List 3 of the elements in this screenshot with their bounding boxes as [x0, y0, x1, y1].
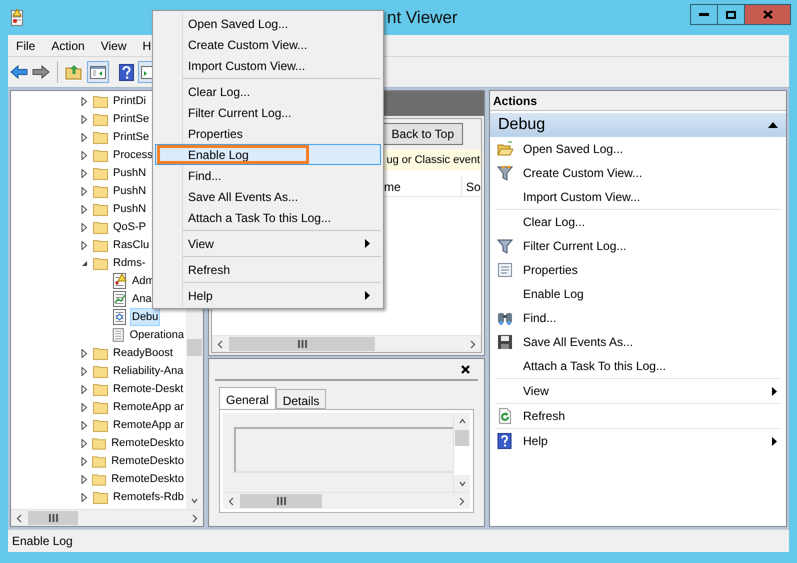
status-bar: Enable Log [8, 529, 789, 552]
window-title: nt Viewer [387, 6, 458, 29]
pane-title: Actions [490, 91, 786, 111]
